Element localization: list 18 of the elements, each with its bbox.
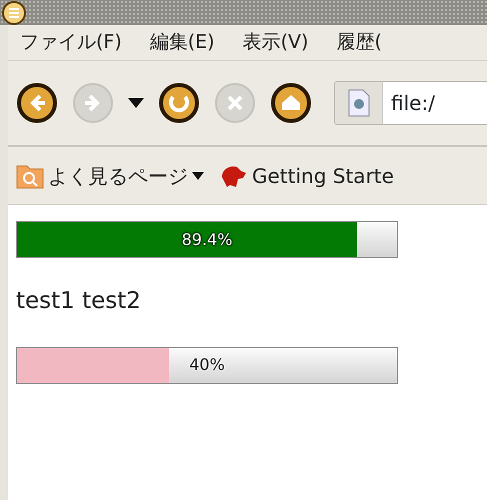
bookmark-item[interactable]: Getting Starte [218, 160, 394, 190]
caret-icon [192, 172, 204, 180]
body-text: test1 test2 [16, 287, 142, 316]
page-icon [348, 89, 370, 117]
progress-label: 89.4% [182, 228, 232, 250]
home-button[interactable] [270, 82, 312, 124]
window-menu-icon[interactable] [2, 0, 26, 24]
menu-item[interactable]: 履歴( [336, 28, 382, 57]
menu-item[interactable]: 編集(E) [150, 28, 215, 57]
back-button[interactable] [16, 82, 58, 124]
reload-button[interactable] [158, 82, 200, 124]
address-field[interactable]: file:/ [334, 81, 487, 125]
bookmark-item[interactable]: よく見るページ [16, 160, 204, 190]
folder-icon [16, 162, 44, 188]
dropdown-arrow-icon[interactable] [128, 98, 144, 108]
menu-item[interactable]: ファイル(F) [20, 28, 122, 57]
menu-item[interactable]: 表示(V) [242, 28, 308, 57]
progress-label: 40% [189, 354, 225, 376]
